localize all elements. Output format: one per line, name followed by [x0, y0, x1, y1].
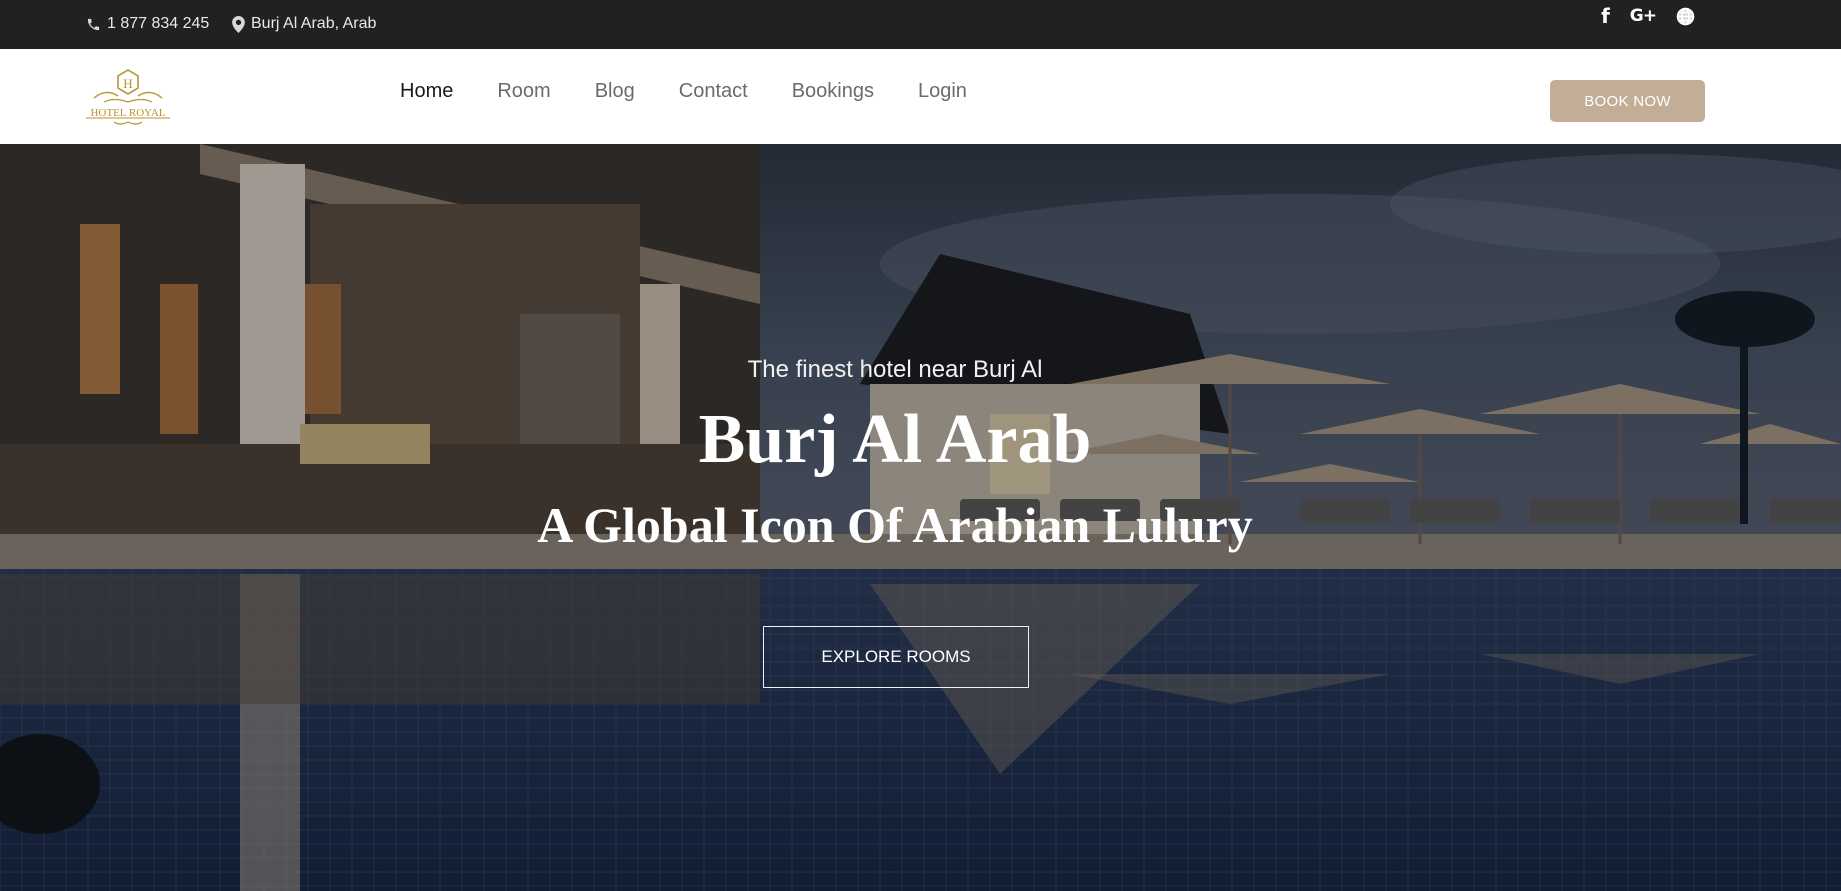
- hero-subtitle: A Global Icon Of Arabian Lulury: [537, 497, 1253, 553]
- map-pin-icon: [232, 15, 245, 33]
- main-header: H HOTEL ROYAL Home Room Blog Contact Boo…: [0, 49, 1841, 144]
- social-links: f G+: [1601, 4, 1695, 28]
- google-plus-icon[interactable]: G+: [1630, 6, 1657, 26]
- nav-room[interactable]: Room: [497, 80, 550, 103]
- nav-blog[interactable]: Blog: [595, 80, 635, 103]
- hero-banner: The finest hotel near Burj Al Burj Al Ar…: [0, 144, 1841, 891]
- address-contact[interactable]: Burj Al Arab, Arab: [232, 15, 376, 33]
- globe-icon[interactable]: [1676, 6, 1695, 26]
- phone-number: 1 877 834 245: [107, 15, 210, 32]
- facebook-icon[interactable]: f: [1601, 4, 1610, 28]
- hero-title: Burj Al Arab: [698, 401, 1092, 478]
- nav-bookings[interactable]: Bookings: [792, 80, 874, 103]
- nav-home[interactable]: Home: [400, 80, 453, 103]
- nav-contact[interactable]: Contact: [679, 80, 748, 103]
- hero-tagline: The finest hotel near Burj Al: [747, 356, 1043, 383]
- nav-login[interactable]: Login: [918, 80, 967, 103]
- explore-rooms-button[interactable]: EXPLORE ROOMS: [763, 626, 1029, 688]
- hotel-logo[interactable]: H HOTEL ROYAL: [84, 68, 172, 126]
- svg-text:HOTEL ROYAL: HOTEL ROYAL: [90, 107, 165, 119]
- address-text: Burj Al Arab, Arab: [251, 15, 377, 32]
- svg-text:H: H: [123, 76, 132, 91]
- phone-contact[interactable]: 1 877 834 245: [86, 15, 209, 33]
- main-nav: Home Room Blog Contact Bookings Login: [400, 80, 967, 103]
- phone-icon: [87, 18, 100, 30]
- top-bar: 1 877 834 245 Burj Al Arab, Arab f G+: [0, 0, 1841, 49]
- book-now-button[interactable]: BOOK NOW: [1550, 80, 1705, 122]
